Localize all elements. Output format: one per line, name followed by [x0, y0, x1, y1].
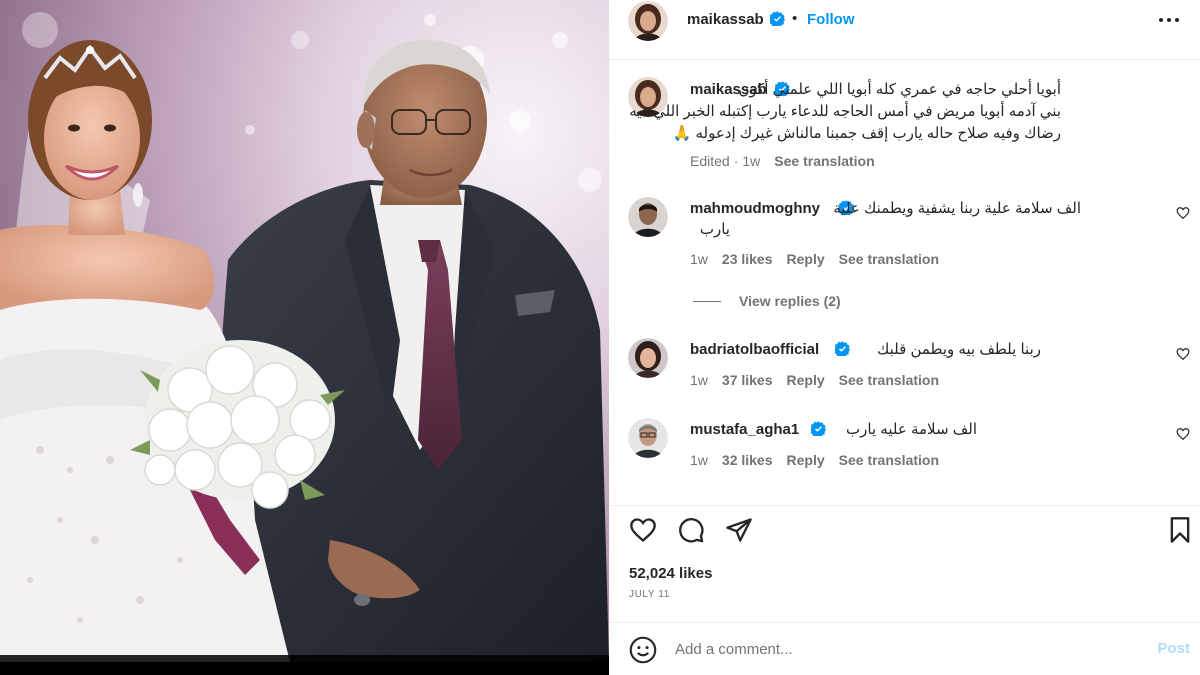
comment-like-icon[interactable]: [1176, 427, 1190, 441]
caption-line-2: بني آدمه أبويا مريض في أمس الحاجه للدعاء…: [629, 103, 1061, 120]
instagram-post-window: maikassab • Follow maikassab أبويا أحلي …: [0, 0, 1200, 675]
bookmark-icon[interactable]: [1166, 516, 1194, 544]
comment-time: 1w: [690, 372, 708, 388]
reply-button[interactable]: Reply: [787, 452, 825, 468]
comment-meta: 1w 23 likes Reply See translation: [690, 251, 953, 267]
view-replies-button[interactable]: View replies (2): [693, 293, 841, 309]
comment-text: الف سلامة عليه يارب: [846, 421, 977, 438]
comment-meta: 1w 32 likes Reply See translation: [690, 452, 953, 468]
caption-time: 1w: [742, 153, 761, 169]
comment-like-icon[interactable]: [1176, 206, 1190, 220]
comment-icon[interactable]: [677, 516, 705, 544]
comment-likes[interactable]: 32 likes: [722, 452, 773, 468]
post-comment-button[interactable]: Post: [1157, 640, 1190, 657]
comment-likes[interactable]: 23 likes: [722, 251, 773, 267]
commenter-avatar[interactable]: [628, 418, 668, 458]
emoji-icon[interactable]: [629, 636, 657, 664]
comment-time: 1w: [690, 251, 708, 267]
comment-time: 1w: [690, 452, 708, 468]
view-replies-label: View replies (2): [739, 293, 841, 309]
share-icon[interactable]: [725, 516, 753, 544]
author-avatar[interactable]: [628, 1, 668, 41]
post-header: maikassab • Follow: [609, 0, 1200, 60]
see-translation-link[interactable]: See translation: [839, 452, 939, 468]
comment-text-line-2: يارب: [699, 221, 730, 238]
reply-button[interactable]: Reply: [787, 251, 825, 267]
caption-meta: Edited · 1w See translation: [690, 153, 875, 169]
comments-feed[interactable]: maikassab أبويا أحلي حاجه في عمري كله أب…: [609, 60, 1200, 505]
comment-composer: Post: [609, 622, 1200, 675]
likes-count[interactable]: 52,024 likes: [629, 565, 712, 582]
comment-likes[interactable]: 37 likes: [722, 372, 773, 388]
caption-line-1: أبويا أحلي حاجه في عمري كله أبويا اللي ع…: [738, 81, 1061, 98]
see-translation-link[interactable]: See translation: [839, 251, 939, 267]
more-options-icon[interactable]: [1158, 12, 1180, 28]
commenter-avatar[interactable]: [628, 197, 668, 237]
follow-button[interactable]: Follow: [807, 11, 855, 28]
verified-badge-icon: [766, 11, 785, 29]
reply-button[interactable]: Reply: [787, 372, 825, 388]
comment-text-line-1: الف سلامة علية ربنا يشفية ويطمنك علية: [833, 200, 1081, 217]
commenter-username[interactable]: mahmoudmoghny: [690, 200, 820, 217]
post-photo[interactable]: [0, 0, 609, 662]
author-username[interactable]: maikassab: [687, 11, 764, 28]
post-caption: maikassab أبويا أحلي حاجه في عمري كله أب…: [609, 77, 1200, 187]
post-actions: 52,024 likes JULY 11: [609, 505, 1200, 605]
caption-line-3: رضاك وفيه صلاح حاله يارب إقف جمبنا مالنا…: [672, 125, 1061, 142]
commenter-username[interactable]: badriatolbaofficial: [690, 341, 819, 358]
wedding-photo-illustration: [0, 0, 609, 662]
verified-badge-icon: [831, 341, 850, 359]
comment-input[interactable]: [675, 638, 1135, 660]
commenter-avatar[interactable]: [628, 338, 668, 378]
replies-divider: [693, 301, 721, 302]
heart-icon[interactable]: [629, 516, 657, 544]
separator-dot: •: [792, 10, 798, 27]
edited-label: Edited: [690, 153, 730, 169]
comment-like-icon[interactable]: [1176, 347, 1190, 361]
post-detail-panel: maikassab • Follow maikassab أبويا أحلي …: [609, 0, 1200, 675]
comment-item: mustafa_agha1 الف سلامة عليه يارب 1w 32 l…: [609, 418, 1200, 478]
verified-badge-icon: [807, 421, 826, 439]
comment-item: badriatolbaofficial ربنا يلطف بيه ويطمن …: [609, 338, 1200, 398]
see-translation-link[interactable]: See translation: [774, 153, 874, 169]
see-translation-link[interactable]: See translation: [839, 372, 939, 388]
comment-text: ربنا يلطف بيه ويطمن قلبك: [876, 341, 1041, 358]
post-date: JULY 11: [629, 589, 670, 600]
commenter-username[interactable]: mustafa_agha1: [690, 421, 799, 438]
comment-meta: 1w 37 likes Reply See translation: [690, 372, 953, 388]
comment-item: mahmoudmoghny الف سلامة علية ربنا يشفية …: [609, 197, 1200, 347]
